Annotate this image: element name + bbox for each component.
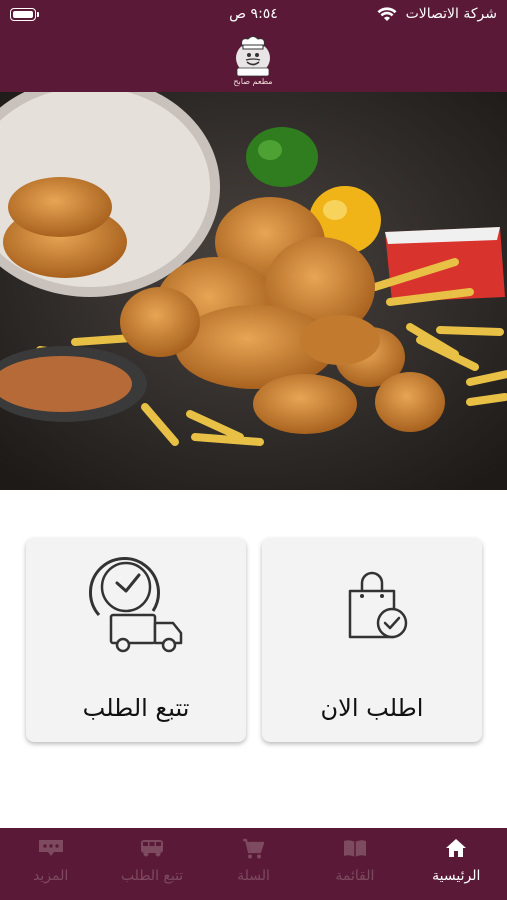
quick-actions: اطلب الان تتبع الطلب — [0, 490, 507, 828]
tab-home[interactable]: الرئيسية — [406, 828, 507, 900]
fried-chicken-banner-image — [0, 92, 507, 490]
tab-label-more: المزيد — [33, 868, 69, 884]
shopping-bag-check-icon — [262, 550, 482, 660]
track-order-label: تتبع الطلب — [82, 694, 190, 722]
tab-track-order[interactable]: تتبع الطلب — [101, 828, 202, 900]
wifi-icon — [377, 6, 397, 26]
tab-more[interactable]: المزيد — [0, 828, 101, 900]
app-header: مطعم صابح — [0, 30, 507, 92]
chef-mascot-logo-icon — [236, 36, 270, 77]
carrier-name: شركة الاتصالات — [405, 6, 497, 22]
order-now-card[interactable]: اطلب الان — [262, 538, 482, 742]
promo-banner-carousel[interactable] — [0, 92, 507, 490]
bottom-tab-bar: الرئيسية القائمة السلة تتبع الطلب المزيد — [0, 828, 507, 900]
track-order-card[interactable]: تتبع الطلب — [26, 538, 246, 742]
menu-book-icon — [304, 838, 405, 860]
tab-label-menu: القائمة — [335, 868, 375, 884]
clock-delivery-truck-icon — [26, 550, 246, 660]
tab-label-cart: السلة — [237, 868, 270, 884]
tab-cart[interactable]: السلة — [203, 828, 304, 900]
tab-label-track-order: تتبع الطلب — [120, 868, 184, 884]
tab-label-home: الرئيسية — [432, 868, 481, 884]
status-bar: ٩:٥٤ ص شركة الاتصالات — [0, 0, 507, 30]
more-icon — [0, 838, 101, 860]
restaurant-logo[interactable]: مطعم صابح — [226, 34, 280, 88]
bus-icon — [101, 838, 202, 860]
tab-menu[interactable]: القائمة — [304, 828, 405, 900]
order-now-label: اطلب الان — [320, 694, 424, 722]
logo-text: مطعم صابح — [233, 77, 273, 86]
home-icon — [406, 838, 507, 860]
cart-icon — [203, 838, 304, 860]
